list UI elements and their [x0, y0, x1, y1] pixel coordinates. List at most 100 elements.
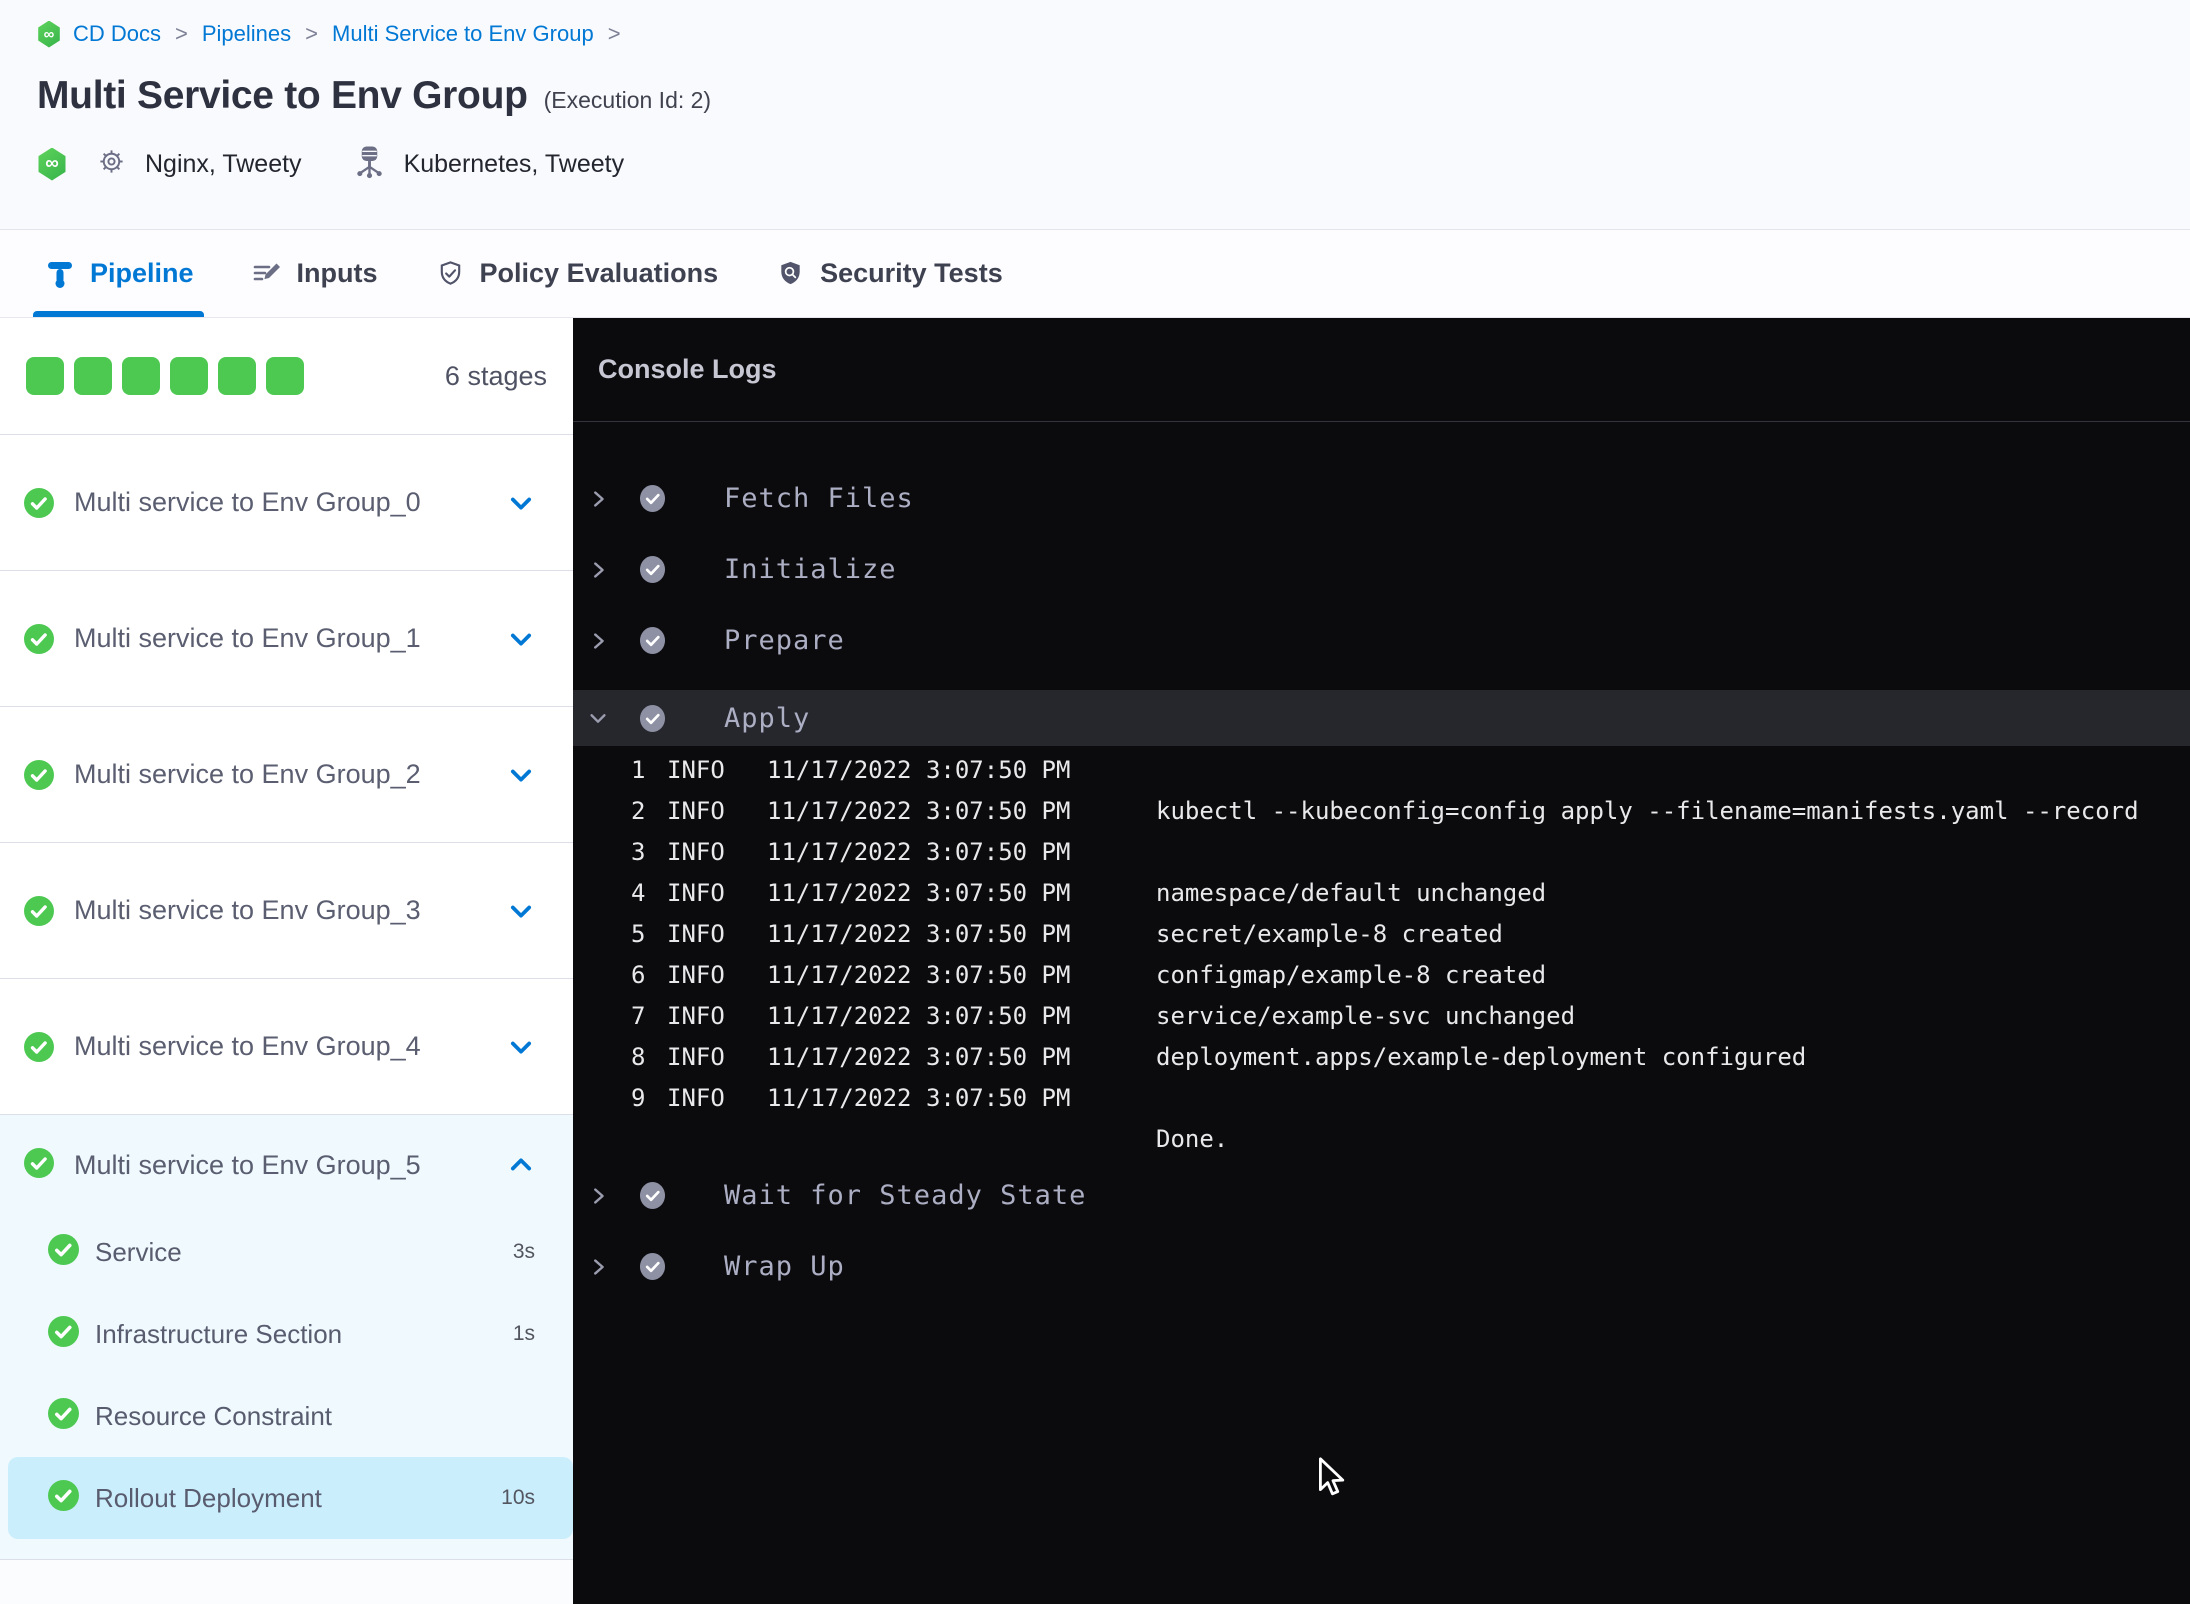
stage-row[interactable]: Multi service to Env Group_2	[0, 707, 573, 843]
stage-label: Multi service to Env Group_5	[74, 1149, 421, 1180]
console-step-row[interactable]: Fetch Files	[573, 463, 2190, 534]
success-check-icon	[639, 1181, 666, 1210]
console-logs-panel: Console Logs Fetch Files Initialize Prep…	[573, 318, 2190, 1604]
success-check-icon	[639, 555, 666, 584]
stage-success-square	[266, 357, 304, 395]
chevron-down-icon[interactable]	[507, 761, 535, 789]
log-level: INFO	[667, 838, 725, 866]
success-check-icon	[24, 1147, 54, 1183]
step-row[interactable]: Resource Constraint	[0, 1375, 573, 1457]
chevron-up-icon[interactable]	[507, 1151, 535, 1179]
log-line-number: 4	[631, 879, 646, 907]
stage-row[interactable]: Multi service to Env Group_4	[0, 979, 573, 1115]
log-level: INFO	[667, 879, 725, 907]
stage-row[interactable]: Multi service to Env Group_1	[0, 571, 573, 707]
log-timestamp: 11/17/2022 3:07:50 PM	[767, 961, 1071, 989]
tab-security-tests[interactable]: Security Tests	[776, 230, 1003, 317]
log-line: 7 INFO 11/17/2022 3:07:50 PM service/exa…	[573, 996, 2190, 1037]
stages-summary: 6 stages	[0, 318, 573, 435]
services-row: ∞ Nginx, Tweety Kubernetes, Tweety	[37, 144, 2190, 184]
execution-id: (Execution Id: 2)	[543, 87, 712, 113]
step-row[interactable]: Service 3s	[0, 1211, 573, 1293]
log-message: secret/example-8 created	[1156, 920, 1503, 948]
chevron-down-icon[interactable]	[507, 897, 535, 925]
log-line: 8 INFO 11/17/2022 3:07:50 PM deployment.…	[573, 1037, 2190, 1078]
console-step-row[interactable]: Wait for Steady State	[573, 1160, 2190, 1231]
console-step-label: Initialize	[724, 554, 897, 585]
breadcrumb-separator: >	[305, 21, 319, 46]
chevron-right-icon[interactable]	[587, 488, 609, 510]
log-message: configmap/example-8 created	[1156, 961, 1547, 989]
tab-label: Inputs	[296, 258, 378, 288]
log-level	[667, 1119, 767, 1160]
stage-label: Multi service to Env Group_3	[74, 895, 421, 925]
tab-policy-evaluations[interactable]: Policy Evaluations	[436, 230, 718, 317]
success-check-icon	[48, 1398, 79, 1434]
policy-shield-icon	[436, 259, 465, 289]
log-timestamp	[767, 1119, 1156, 1160]
chevron-down-icon[interactable]	[507, 625, 535, 653]
step-row[interactable]: Infrastructure Section 1s	[0, 1293, 573, 1375]
chevron-right-icon[interactable]	[587, 559, 609, 581]
success-check-icon	[48, 1234, 79, 1270]
pipeline-execution-page: ∞ CD Docs > Pipelines > Multi Service to…	[0, 0, 2190, 1604]
console-step-row[interactable]: Initialize	[573, 534, 2190, 605]
step-duration: 10s	[501, 1486, 535, 1509]
page-header: ∞ CD Docs > Pipelines > Multi Service to…	[0, 0, 2190, 230]
breadcrumb-separator: >	[175, 21, 188, 46]
log-message	[1156, 1078, 2190, 1119]
success-check-icon	[24, 623, 54, 654]
console-step-row[interactable]: Prepare	[573, 605, 2190, 676]
chevron-down-icon[interactable]	[507, 1033, 535, 1061]
stage-success-square	[74, 357, 112, 395]
log-timestamp: 11/17/2022 3:07:50 PM	[767, 797, 1071, 825]
stage-label: Multi service to Env Group_4	[74, 1031, 421, 1061]
mouse-cursor	[1319, 1457, 1345, 1496]
stage-success-square	[26, 357, 64, 395]
success-check-icon	[24, 487, 54, 518]
success-check-icon	[639, 484, 666, 513]
log-level: INFO	[667, 961, 725, 989]
log-line-number: 6	[631, 961, 646, 989]
tab-inputs[interactable]: Inputs	[252, 230, 378, 317]
step-row[interactable]: Rollout Deployment 10s	[8, 1457, 573, 1539]
success-check-icon	[48, 1480, 79, 1516]
breadcrumb-link-pipelines[interactable]: Pipelines	[202, 21, 291, 47]
console-step-row[interactable]: Wrap Up	[573, 1231, 2190, 1302]
console-step-label: Wrap Up	[724, 1251, 845, 1282]
tab-pipeline[interactable]: Pipeline	[33, 230, 204, 317]
chevron-down-icon[interactable]	[507, 489, 535, 517]
log-message	[1156, 750, 2190, 791]
console-steps-before: Fetch Files Initialize Prepare	[573, 463, 2190, 676]
console-step-label: Wait for Steady State	[724, 1180, 1087, 1211]
log-line: 6 INFO 11/17/2022 3:07:50 PM configmap/e…	[573, 955, 2190, 996]
log-line: 3 INFO 11/17/2022 3:07:50 PM	[573, 832, 2190, 873]
breadcrumb-link-pipeline-name[interactable]: Multi Service to Env Group	[332, 21, 594, 47]
tab-bar: Pipeline Inputs Policy Evaluations Secur…	[0, 230, 2190, 318]
log-line-number	[631, 1119, 667, 1160]
log-timestamp: 11/17/2022 3:07:50 PM	[767, 1043, 1071, 1071]
success-check-icon	[639, 704, 666, 733]
log-line: 4 INFO 11/17/2022 3:07:50 PM namespace/d…	[573, 873, 2190, 914]
stage-row[interactable]: Multi service to Env Group_0	[0, 435, 573, 571]
tab-label: Pipeline	[90, 258, 194, 288]
console-step-row-expanded[interactable]: Apply	[573, 690, 2190, 746]
log-line-number: 5	[631, 920, 646, 948]
console-body: Fetch Files Initialize Prepare Apply 1 I…	[573, 422, 2190, 1302]
log-message: kubectl --kubeconfig=config apply --file…	[1156, 797, 2139, 825]
security-shield-icon	[776, 259, 805, 289]
log-line-number: 1	[631, 756, 646, 784]
success-check-icon	[24, 1031, 54, 1062]
log-timestamp: 11/17/2022 3:07:50 PM	[767, 1002, 1071, 1030]
chevron-right-icon[interactable]	[587, 1185, 609, 1207]
service-names: Nginx, Tweety	[145, 149, 302, 178]
stage-row[interactable]: Multi service to Env Group_3	[0, 843, 573, 979]
chevron-down-icon[interactable]	[587, 707, 609, 729]
console-step-label: Fetch Files	[724, 483, 914, 514]
chevron-right-icon[interactable]	[587, 630, 609, 652]
console-title: Console Logs	[598, 354, 777, 384]
breadcrumb-link-cd-docs[interactable]: CD Docs	[73, 21, 161, 47]
expanded-stage-header[interactable]: Multi service to Env Group_5	[0, 1133, 573, 1197]
success-check-icon	[48, 1316, 79, 1352]
chevron-right-icon[interactable]	[587, 1256, 609, 1278]
